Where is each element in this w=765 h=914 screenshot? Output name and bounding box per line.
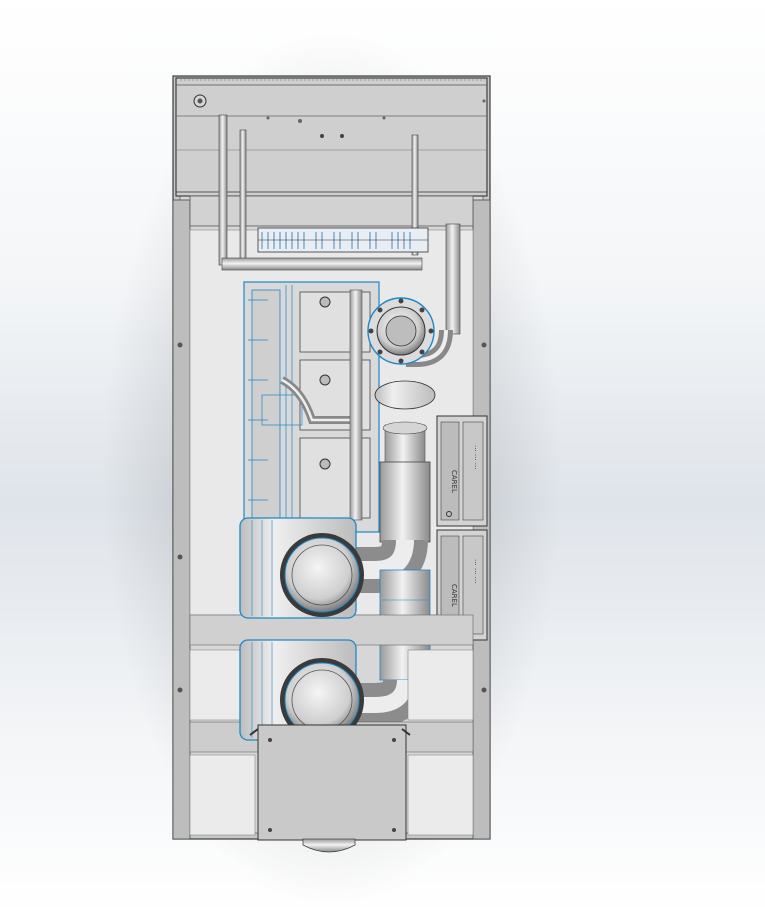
electrical-louver-strip[interactable] xyxy=(257,227,429,253)
cad-viewport[interactable]: CAREL ··· ··· ··· CAREL ··· ··· ··· xyxy=(0,0,765,914)
compressor-assembly[interactable] xyxy=(243,281,380,533)
panel-sub-label-1: ··· ··· ··· xyxy=(471,445,479,469)
panel-brand-label-1: CAREL xyxy=(450,470,458,493)
left-rail xyxy=(172,199,191,840)
mid-crossbar xyxy=(189,195,474,227)
panel-sub-label-2: ··· ··· ··· xyxy=(471,559,479,583)
pipe-flange[interactable] xyxy=(367,297,435,365)
panel-brand-label-2: CAREL xyxy=(450,584,458,607)
control-panel-upper[interactable]: CAREL ··· ··· ··· xyxy=(436,415,488,527)
air-filter-upper[interactable] xyxy=(239,517,364,619)
unit-assembly-drawing[interactable]: CAREL ··· ··· ··· CAREL ··· ··· ··· xyxy=(0,0,765,914)
base-plate[interactable] xyxy=(249,724,411,841)
